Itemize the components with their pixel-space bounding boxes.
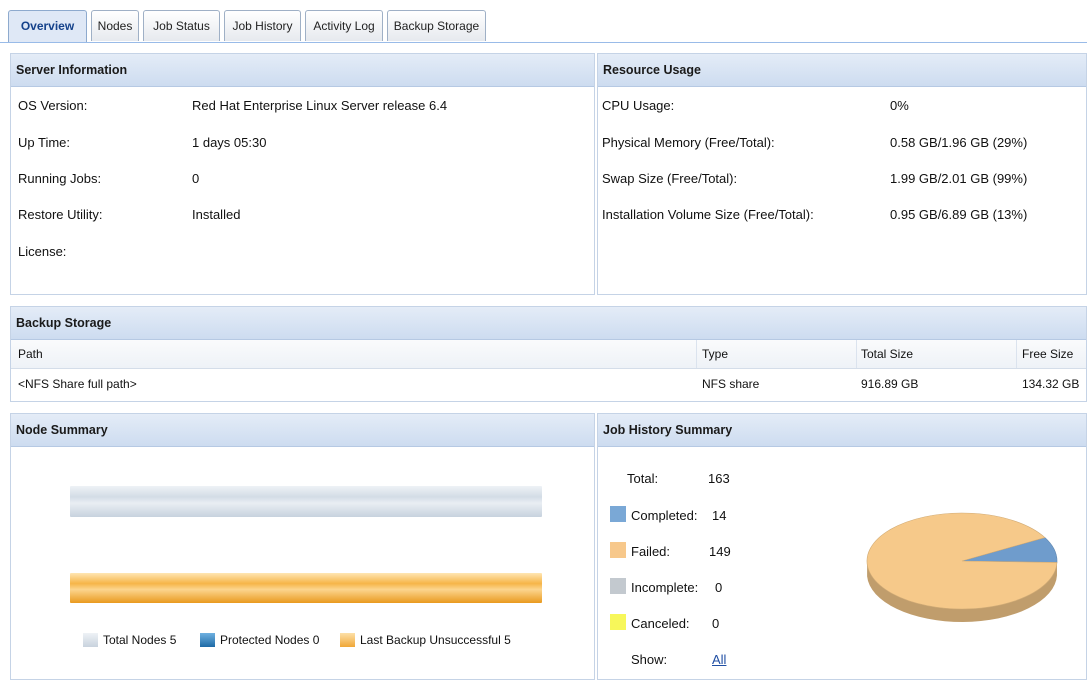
column-divider[interactable] [1016,340,1017,368]
protected-nodes-legend-swatch [200,633,215,647]
total-value: 163 [708,471,730,486]
panel-title: Resource Usage [598,54,1086,87]
column-header-total-size[interactable]: Total Size [861,340,913,368]
tab-strip: Overview Nodes Job Status Job History Ac… [0,0,1087,43]
last-backup-unsuccessful-legend-swatch [340,633,355,647]
total-label: Total: [627,471,659,486]
running-jobs-label: Running Jobs: [18,171,102,186]
completed-value: 14 [712,508,727,523]
node-summary-panel: Node Summary Total Nodes 5 Protected Nod… [10,413,595,680]
canceled-value: 0 [712,616,720,631]
license-label: License: [18,244,67,259]
tab-activity-log[interactable]: Activity Log [305,10,383,41]
panel-title: Job History Summary [598,414,1086,447]
backup-storage-panel: Backup Storage Path Type Total Size Free… [10,306,1087,402]
restore-utility-value: Installed [192,207,241,222]
panel-title: Backup Storage [11,307,1086,340]
incomplete-value: 0 [715,580,723,595]
completed-label: Completed: [631,508,698,523]
protected-nodes-legend-label: Protected Nodes 0 [220,633,320,647]
path-cell: <NFS Share full path> [18,377,137,391]
column-header-type[interactable]: Type [702,340,728,368]
incomplete-label: Incomplete: [631,580,699,595]
column-divider[interactable] [696,340,697,368]
server-information-panel: Server Information OS Version: Red Hat E… [10,53,595,295]
node-legend: Total Nodes 5 Protected Nodes 0 Last Bac… [83,633,563,649]
running-jobs-value: 0 [192,171,200,186]
last-backup-unsuccessful-legend-label: Last Backup Unsuccessful 5 [360,633,511,647]
failed-value: 149 [709,544,731,559]
show-label: Show: [631,652,668,667]
tab-job-status[interactable]: Job Status [143,10,220,41]
physical-memory-label: Physical Memory (Free/Total): [602,135,775,150]
cpu-usage-label: CPU Usage: [602,98,675,113]
restore-utility-label: Restore Utility: [18,207,103,222]
os-version-value: Red Hat Enterprise Linux Server release … [192,98,448,113]
job-history-summary-panel: Job History Summary Total: 163 Completed… [597,413,1087,680]
completed-swatch [610,506,626,522]
column-header-free-size[interactable]: Free Size [1022,340,1073,368]
canceled-label: Canceled: [631,616,690,631]
cpu-usage-value: 0% [890,98,909,113]
canceled-swatch [610,614,626,630]
total-nodes-bar [70,486,542,517]
failed-label: Failed: [631,544,671,559]
incomplete-swatch [610,578,626,594]
total-nodes-legend-swatch [83,633,98,647]
tab-nodes[interactable]: Nodes [91,10,139,41]
table-row[interactable]: <NFS Share full path> NFS share 916.89 G… [11,369,1086,399]
resource-usage-panel: Resource Usage CPU Usage: 0% Physical Me… [597,53,1087,295]
installation-volume-label: Installation Volume Size (Free/Total): [602,207,814,222]
physical-memory-value: 0.58 GB/1.96 GB (29%) [890,135,1028,150]
total-nodes-legend-label: Total Nodes 5 [103,633,177,647]
column-divider[interactable] [856,340,857,368]
installation-volume-value: 0.95 GB/6.89 GB (13%) [890,207,1028,222]
column-header-path[interactable]: Path [18,340,43,368]
free-size-cell: 134.32 GB [1022,377,1080,391]
failed-swatch [610,542,626,558]
tab-backup-storage[interactable]: Backup Storage [387,10,486,41]
type-cell: NFS share [702,377,760,391]
os-version-label: OS Version: [18,98,88,113]
table-header: Path Type Total Size Free Size [11,340,1086,369]
panel-title: Server Information [11,54,594,87]
show-all-link[interactable]: All [712,652,726,667]
swap-size-label: Swap Size (Free/Total): [602,171,738,186]
tab-overview[interactable]: Overview [8,10,87,42]
total-size-cell: 916.89 GB [861,377,919,391]
job-history-pie-chart [866,512,1058,622]
tab-job-history[interactable]: Job History [224,10,301,41]
swap-size-value: 1.99 GB/2.01 GB (99%) [890,171,1028,186]
up-time-value: 1 days 05:30 [192,135,267,150]
last-backup-unsuccessful-bar [70,573,542,603]
panel-title: Node Summary [11,414,594,447]
up-time-label: Up Time: [18,135,71,150]
